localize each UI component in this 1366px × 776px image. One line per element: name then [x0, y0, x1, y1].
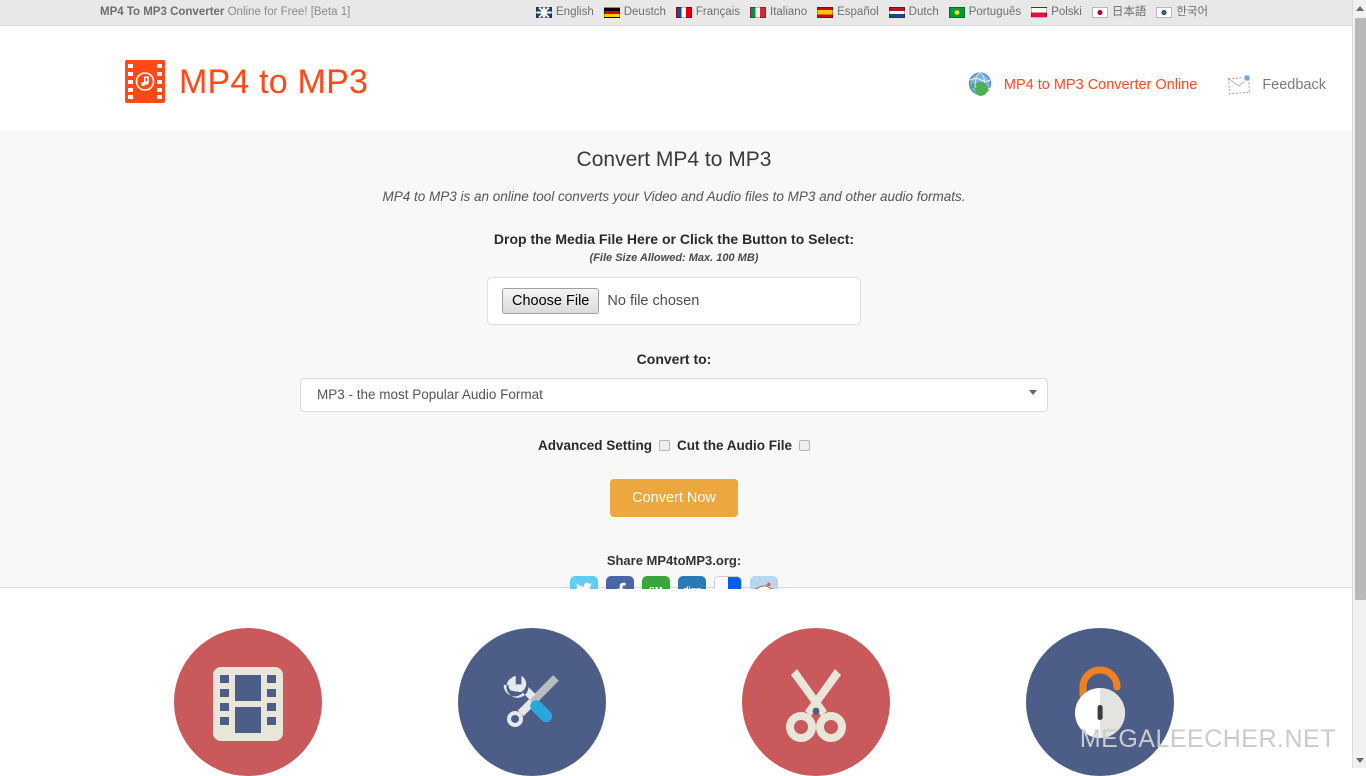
- logo[interactable]: MP4 to MP3: [124, 59, 368, 104]
- lang-label: Dutch: [908, 6, 939, 18]
- flag-uk-icon: [536, 6, 552, 18]
- feature-cut-audio: [742, 628, 890, 776]
- lang-espanol[interactable]: Español: [817, 5, 879, 19]
- flag-brazil-icon: [948, 6, 965, 18]
- file-dropzone[interactable]: Choose File No file chosen: [487, 277, 861, 325]
- envelope-icon: [1228, 74, 1251, 95]
- cut-audio-checkbox[interactable]: [799, 440, 811, 451]
- advanced-setting-label: Advanced Setting: [537, 438, 653, 453]
- logo-text: MP4 to MP3: [179, 62, 369, 101]
- scrollbar-thumb[interactable]: [1355, 18, 1366, 600]
- cut-audio-label: Cut the Audio File: [677, 438, 793, 453]
- feedback-label: Feedback: [1262, 77, 1326, 93]
- flag-france-icon: [675, 6, 692, 18]
- site-header: MP4 to MP3 MP4 to MP3 Converter Online F…: [106, 27, 1348, 130]
- flag-germany-icon: [603, 6, 620, 18]
- advanced-options-row: Advanced Setting Cut the Audio File: [106, 438, 1242, 453]
- lang-francais[interactable]: Français: [675, 5, 741, 19]
- lang-label: Polski: [1051, 6, 1082, 18]
- scroll-down-button[interactable]: [1353, 752, 1366, 768]
- language-selector: English Deustch Français Italiano Españo…: [536, 5, 1208, 19]
- advanced-setting-checkbox[interactable]: [659, 440, 671, 451]
- chevron-down-icon: [1356, 757, 1364, 763]
- flag-poland-icon: [1031, 6, 1048, 18]
- globe-refresh-icon: [968, 72, 991, 96]
- lang-english[interactable]: English: [536, 5, 594, 19]
- lang-italiano[interactable]: Italiano: [750, 5, 807, 19]
- output-format-value: MP3 - the most Popular Audio Format: [317, 387, 543, 402]
- site-tagline: MP4 To MP3 Converter Online for Free! [B…: [100, 6, 350, 18]
- scissors-icon: [786, 669, 846, 742]
- top-language-bar: MP4 To MP3 Converter Online for Free! [B…: [0, 0, 1352, 26]
- feature-video-formats: [174, 628, 322, 776]
- convert-to-label: Convert to:: [636, 351, 712, 367]
- lang-deustch[interactable]: Deustch: [603, 5, 666, 19]
- lang-label: English: [556, 6, 594, 18]
- flag-spain-icon: [817, 6, 834, 18]
- feature-band: MEGALEECHER.NET: [0, 589, 1352, 776]
- lang-japanese[interactable]: 日本語: [1091, 5, 1147, 19]
- flag-italy-icon: [750, 6, 767, 18]
- lang-dutch[interactable]: Dutch: [888, 5, 939, 19]
- chevron-up-icon: [1356, 5, 1364, 11]
- tools-icon: [503, 675, 559, 727]
- page-subtitle: MP4 to MP3 is an online tool converts yo…: [382, 189, 966, 204]
- converter-online-label: MP4 to MP3 Converter Online: [1003, 77, 1198, 93]
- feedback-link[interactable]: Feedback: [1227, 73, 1326, 97]
- site-tagline-rest: Online for Free! [Beta 1]: [224, 6, 351, 18]
- flag-netherlands-icon: [888, 6, 905, 18]
- converter-online-link[interactable]: MP4 to MP3 Converter Online: [967, 71, 1197, 99]
- header-links: MP4 to MP3 Converter Online Feedback: [967, 71, 1326, 99]
- lang-label: Español: [837, 6, 879, 18]
- no-file-chosen-text: No file chosen: [607, 293, 700, 309]
- chevron-down-icon: [1029, 390, 1037, 395]
- lang-polski[interactable]: Polski: [1031, 5, 1082, 19]
- lang-label: Deustch: [623, 6, 666, 18]
- lang-label: 한국어: [1176, 6, 1209, 18]
- page-title: Convert MP4 to MP3: [576, 148, 772, 171]
- conversion-panel: Convert MP4 to MP3 MP4 to MP3 is an onli…: [0, 130, 1352, 604]
- file-size-note: (File Size Allowed: Max. 100 MB): [589, 252, 759, 264]
- choose-file-button[interactable]: Choose File: [502, 288, 600, 314]
- lang-label: Português: [968, 6, 1022, 18]
- scroll-up-button[interactable]: [1353, 0, 1366, 16]
- vertical-scrollbar[interactable]: [1352, 0, 1366, 768]
- film-strip-icon: [213, 667, 283, 741]
- lang-label: Italiano: [770, 6, 808, 18]
- dropzone-label: Drop the Media File Here or Click the Bu…: [493, 231, 855, 247]
- share-title: Share MP4toMP3.org:: [606, 553, 742, 568]
- convert-now-button[interactable]: Convert Now: [610, 479, 738, 517]
- output-format-select[interactable]: MP3 - the most Popular Audio Format: [300, 378, 1048, 412]
- lang-portugues[interactable]: Português: [948, 5, 1022, 19]
- watermark: MEGALEECHER.NET: [1079, 725, 1336, 753]
- flag-japan-icon: [1091, 6, 1108, 18]
- lang-korean[interactable]: 한국어: [1156, 5, 1208, 19]
- lang-label: Français: [695, 6, 741, 18]
- site-tagline-bold: MP4 To MP3 Converter: [100, 6, 225, 18]
- lang-label: 日本語: [1111, 6, 1147, 18]
- film-strip-music-icon: [125, 60, 165, 103]
- flag-korea-icon: [1156, 6, 1173, 18]
- feature-advanced-settings: [458, 628, 606, 776]
